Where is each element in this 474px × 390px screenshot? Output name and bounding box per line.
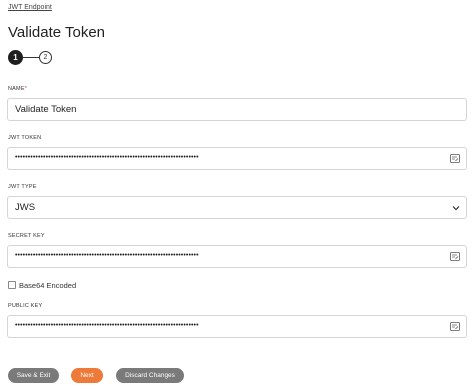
jwt-type-value: JWS [15, 202, 36, 213]
secret-key-field[interactable]: ••••••••••••••••••••••••••••••••••••••••… [7, 245, 467, 268]
step-1[interactable]: 1 [8, 50, 23, 65]
public-key-value: ••••••••••••••••••••••••••••••••••••••••… [15, 322, 199, 329]
base64-encoded-checkbox[interactable] [8, 281, 16, 289]
secret-key-label: SECRET KEY [8, 233, 45, 239]
edit-document-icon[interactable] [450, 154, 460, 163]
jwt-token-value: ••••••••••••••••••••••••••••••••••••••••… [15, 154, 199, 161]
name-label: NAME* [8, 86, 27, 92]
jwt-token-field[interactable]: ••••••••••••••••••••••••••••••••••••••••… [7, 147, 467, 170]
page: JWT Endpoint Validate Token 1 2 NAME* Va… [0, 0, 474, 390]
jwt-type-select[interactable]: JWS [7, 196, 467, 219]
chevron-down-icon [452, 206, 460, 211]
step-connector [23, 57, 39, 58]
step-2[interactable]: 2 [39, 51, 52, 64]
public-key-field[interactable]: ••••••••••••••••••••••••••••••••••••••••… [7, 315, 467, 338]
jwt-type-label: JWT TYPE [8, 184, 37, 190]
edit-document-icon[interactable] [450, 322, 460, 331]
edit-document-icon[interactable] [450, 252, 460, 261]
discard-changes-button[interactable]: Discard Changes [116, 368, 184, 383]
save-exit-button[interactable]: Save & Exit [8, 368, 59, 383]
jwt-token-label: JWT TOKEN [8, 135, 42, 141]
name-field[interactable]: Validate Token [7, 98, 467, 121]
step-indicator: 1 2 [8, 50, 68, 66]
base64-encoded-label[interactable]: Base64 Encoded [19, 281, 76, 290]
public-key-label: PUBLIC KEY [8, 303, 43, 309]
secret-key-value: ••••••••••••••••••••••••••••••••••••••••… [15, 252, 199, 259]
page-title: Validate Token [8, 24, 106, 41]
breadcrumb-jwt-endpoint[interactable]: JWT Endpoint [8, 4, 52, 11]
name-label-text: NAME [8, 86, 25, 92]
next-button[interactable]: Next [71, 368, 103, 383]
required-marker: * [24, 86, 28, 92]
name-field-value: Validate Token [15, 104, 77, 115]
